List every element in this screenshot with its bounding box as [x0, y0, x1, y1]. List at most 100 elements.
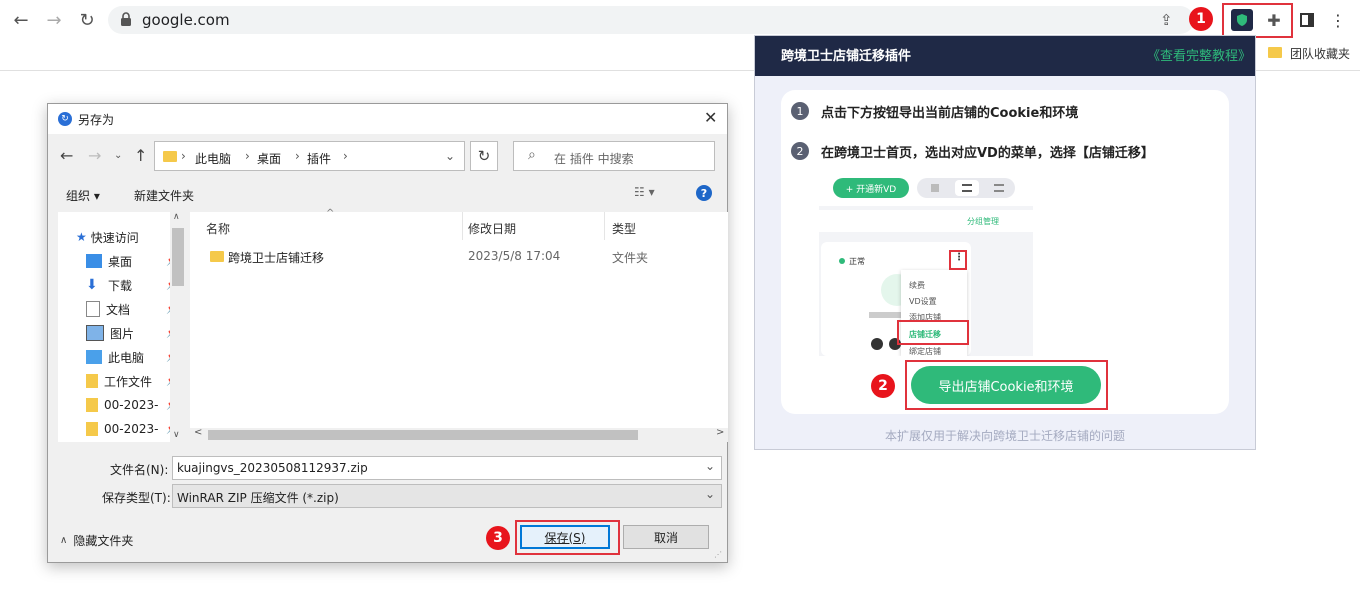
- resize-grip-icon[interactable]: ⋰: [714, 550, 722, 559]
- table-row[interactable]: 跨境卫士店铺迁移 2023/5/8 17:04 文件夹: [190, 246, 728, 268]
- view-options-icon[interactable]: ☷ ▾: [634, 185, 655, 199]
- forward-arrow-icon[interactable]: →: [42, 8, 66, 32]
- nav-quick-access[interactable]: ★ 快速访问: [76, 226, 139, 248]
- breadcrumb-item[interactable]: 桌面: [257, 150, 281, 167]
- mini-tool-icon: [871, 338, 883, 350]
- picture-icon: [86, 325, 104, 341]
- folder-icon: [163, 151, 177, 162]
- breadcrumb[interactable]: › 此电脑 › 桌面 › 插件 › ⌄: [154, 141, 465, 171]
- reload-icon[interactable]: ↻: [75, 8, 99, 32]
- scroll-left-icon[interactable]: <: [194, 427, 202, 438]
- nav-item-pictures[interactable]: 图片: [86, 322, 134, 344]
- scroll-right-icon[interactable]: >: [716, 427, 724, 438]
- star-icon: ★: [76, 230, 87, 244]
- organize-button[interactable]: 组织 ▾: [66, 187, 100, 204]
- forward-arrow-icon[interactable]: →: [88, 146, 101, 165]
- close-icon[interactable]: ✕: [704, 108, 717, 127]
- search-input[interactable]: ⌕ 在 插件 中搜索: [513, 141, 715, 171]
- detail-list-icon: [994, 184, 1004, 192]
- file-list: ^ 名称 修改日期 类型 跨境卫士店铺迁移 2023/5/8 17:04 文件夹…: [190, 208, 728, 442]
- export-cookie-button[interactable]: 导出店铺Cookie和环境: [911, 366, 1101, 404]
- shield-extension-icon[interactable]: [1231, 9, 1253, 31]
- navigation-pane: ★快速访问 桌面 📌 ⬇下载 📌 文档 📌 图片 📌 此电脑 📌 工作文件 📌 …: [58, 212, 186, 442]
- step-number-2: 2: [791, 142, 809, 160]
- mini-new-vd-button: + 开通新VD: [833, 178, 909, 198]
- up-arrow-icon[interactable]: ↑: [134, 146, 147, 165]
- dialog-title: 另存为: [78, 113, 115, 127]
- file-type: 文件夹: [612, 251, 649, 265]
- mini-status: 正常: [849, 257, 865, 266]
- nav-item-folder[interactable]: 00-2023-: [86, 394, 158, 416]
- back-arrow-icon[interactable]: ←: [9, 8, 33, 32]
- breadcrumb-item[interactable]: 插件: [307, 150, 331, 167]
- chevron-down-icon[interactable]: ⌄: [705, 487, 715, 501]
- puzzle-icon[interactable]: ✚: [1262, 8, 1286, 32]
- side-panel-icon[interactable]: [1295, 8, 1319, 32]
- nav-item-documents[interactable]: 文档: [86, 298, 130, 320]
- recent-chevron-icon[interactable]: ⌄: [114, 150, 122, 161]
- step-number-1: 1: [791, 102, 809, 120]
- step-badge-3: 3: [486, 526, 510, 550]
- save-button[interactable]: 保存(S): [520, 525, 610, 549]
- file-name: 跨境卫士店铺迁移: [228, 251, 325, 265]
- mini-menu-item: VD设置: [909, 297, 937, 306]
- filename-label: 文件名(N):: [110, 463, 169, 477]
- folder-icon: [86, 422, 98, 436]
- back-arrow-icon[interactable]: ←: [60, 146, 73, 165]
- nav-item-downloads[interactable]: ⬇ 下载: [86, 274, 132, 296]
- popup-header: 跨境卫士店铺迁移插件 《查看完整教程》: [755, 36, 1255, 76]
- search-icon: ⌕: [528, 147, 536, 163]
- step-badge-2: 2: [871, 374, 895, 398]
- filename-input[interactable]: kuajingvs_20230508112937.zip ⌄: [172, 456, 722, 480]
- search-placeholder: 在 插件 中搜索: [554, 152, 634, 166]
- status-dot-icon: [839, 258, 845, 264]
- migrate-highlight-box: [897, 320, 969, 345]
- browser-toolbar: ← → ↻ google.com ⇪ 1 ✚ ⋮: [0, 0, 1360, 40]
- step-1-text: 点击下方按钮导出当前店铺的Cookie和环境: [821, 106, 1079, 121]
- mini-group-manage: 分组管理: [967, 217, 999, 226]
- tutorial-link[interactable]: 《查看完整教程》: [1147, 45, 1251, 64]
- lock-icon: [121, 12, 131, 26]
- nav-item-folder[interactable]: 工作文件: [86, 370, 152, 392]
- nav-item-desktop[interactable]: 桌面: [86, 250, 132, 272]
- address-bar[interactable]: google.com ⇪: [108, 6, 1194, 34]
- chevron-down-icon[interactable]: ⌄: [445, 149, 455, 163]
- more-menu-icon[interactable]: ⋮: [1326, 8, 1350, 32]
- folder-icon: [86, 398, 98, 412]
- column-type[interactable]: 类型: [612, 220, 636, 237]
- more-dots-icon: ⋮: [954, 252, 964, 263]
- scroll-down-icon[interactable]: ∨: [173, 430, 180, 440]
- url-text: google.com: [142, 11, 230, 29]
- nav-item-this-pc[interactable]: 此电脑: [86, 346, 144, 368]
- bookmark-folder-label[interactable]: 团队收藏夹: [1290, 45, 1350, 62]
- folder-icon: [1268, 47, 1282, 58]
- column-name[interactable]: 名称: [206, 220, 230, 237]
- document-icon: [86, 301, 100, 317]
- popup-title: 跨境卫士店铺迁移插件: [781, 49, 912, 64]
- dialog-app-icon: ↻: [58, 112, 72, 126]
- share-icon[interactable]: ⇪: [1160, 11, 1173, 29]
- horizontal-scroll-thumb[interactable]: [208, 430, 638, 440]
- hide-folders-toggle[interactable]: ∧ 隐藏文件夹: [60, 532, 133, 549]
- tutorial-screenshot: + 开通新VD 分组管理 正常 续费 VD设置 添加店铺 店铺迁移 绑定店铺 ⋮: [819, 170, 1033, 356]
- help-icon[interactable]: ?: [696, 185, 712, 201]
- refresh-icon[interactable]: ↻: [470, 141, 498, 171]
- filetype-value: WinRAR ZIP 压缩文件 (*.zip): [177, 491, 339, 505]
- filetype-select[interactable]: WinRAR ZIP 压缩文件 (*.zip) ⌄: [172, 484, 722, 508]
- mini-menu-item: 续费: [909, 281, 925, 290]
- dialog-titlebar: ↻ 另存为 ✕: [48, 104, 727, 134]
- chevron-up-icon: ∧: [60, 535, 68, 546]
- breadcrumb-item[interactable]: 此电脑: [195, 150, 231, 167]
- desktop-icon: [86, 254, 102, 268]
- column-modified[interactable]: 修改日期: [468, 220, 516, 237]
- nav-item-folder[interactable]: 00-2023-: [86, 418, 158, 440]
- file-modified: 2023/5/8 17:04: [468, 249, 561, 263]
- nav-scroll-thumb[interactable]: [172, 228, 184, 286]
- folder-icon: [210, 251, 224, 262]
- new-folder-button[interactable]: 新建文件夹: [134, 187, 194, 204]
- download-icon: ⬇: [86, 277, 98, 293]
- scroll-up-icon[interactable]: ∧: [173, 212, 180, 222]
- chevron-down-icon[interactable]: ⌄: [705, 459, 715, 473]
- cancel-button[interactable]: 取消: [623, 525, 709, 549]
- filetype-label: 保存类型(T):: [102, 491, 171, 505]
